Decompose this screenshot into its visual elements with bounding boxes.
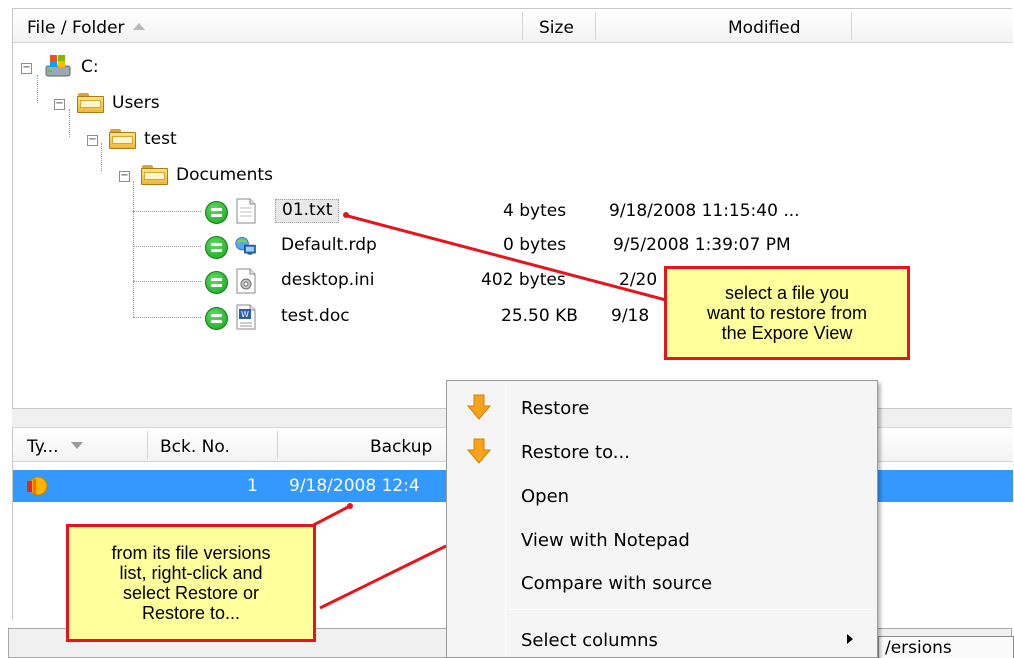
callout-text: from its file versions list, right-click… — [111, 543, 271, 623]
file-name: Default.rdp — [281, 235, 377, 255]
menu-item-label: Restore — [521, 398, 590, 419]
file-name: 01.txt — [275, 199, 340, 223]
file-size: 0 bytes — [503, 235, 567, 255]
tree-node-test[interactable]: − test — [13, 125, 313, 155]
column-header-modified[interactable]: Modified — [596, 9, 852, 43]
file-modified: 9/5/2008 1:39:07 PM — [613, 235, 791, 255]
callout-select-file: select a file you want to restore from t… — [664, 266, 910, 360]
menu-item-label: Select columns — [521, 630, 658, 651]
menu-item-restore-to[interactable]: Restore to... — [449, 431, 875, 471]
menu-item-label: View with Notepad — [521, 530, 690, 551]
backed-up-status-icon — [205, 236, 228, 259]
file-row-default-rdp[interactable]: Default.rdp 0 bytes 9/5/2008 1:39:07 PM — [13, 232, 853, 262]
backup-type-icon — [27, 476, 47, 496]
collapse-icon[interactable]: − — [87, 135, 98, 146]
tree-node-label: C: — [81, 57, 99, 77]
file-modified: 9/18 — [611, 306, 650, 326]
column-header-label: Backup — [370, 437, 433, 457]
file-modified: 2/20 — [619, 270, 658, 290]
tab-versions[interactable]: /ersions — [878, 636, 1014, 658]
tree-node-documents[interactable]: − Documents — [13, 161, 353, 191]
column-header-label: Ty... — [27, 437, 59, 457]
menu-item-compare-with-source[interactable]: Compare with source — [449, 562, 875, 602]
menu-item-label: Restore to... — [521, 442, 630, 463]
backup-number: 1 — [247, 476, 258, 496]
column-header-empty — [852, 9, 1013, 43]
svg-text:W: W — [241, 310, 249, 319]
menu-item-label: Compare with source — [521, 573, 713, 594]
file-modified: 9/18/2008 11:15:40 ... — [609, 201, 800, 221]
column-header-file-folder[interactable]: File / Folder — [13, 9, 523, 43]
backup-date: 9/18/2008 12:4 — [289, 476, 420, 496]
file-size: 25.50 KB — [501, 306, 578, 326]
collapse-icon[interactable]: − — [21, 63, 32, 74]
tree-node-label: Users — [112, 93, 160, 113]
backed-up-status-icon — [205, 201, 228, 224]
dropdown-arrow-icon — [70, 442, 83, 449]
backed-up-status-icon — [205, 271, 228, 294]
tree-node-label: test — [144, 129, 177, 149]
backed-up-status-icon — [205, 307, 228, 330]
column-header-label: Size — [539, 18, 574, 38]
context-menu: Restore Restore to... Open View with Not… — [446, 380, 878, 658]
folder-icon — [141, 165, 168, 185]
column-header-label: File / Folder — [27, 18, 125, 38]
callout-text: select a file you want to restore from t… — [706, 283, 868, 343]
file-size: 4 bytes — [503, 201, 567, 221]
file-name: desktop.ini — [281, 270, 375, 290]
menu-separator — [509, 609, 873, 610]
restore-arrow-icon — [467, 394, 491, 420]
sort-ascending-icon — [132, 23, 145, 30]
text-file-icon — [236, 198, 256, 224]
menu-item-label: Open — [521, 486, 570, 507]
file-size: 402 bytes — [481, 270, 566, 290]
collapse-icon[interactable]: − — [54, 99, 65, 110]
column-header-label: Modified — [728, 18, 801, 38]
menu-item-select-columns[interactable]: Select columns — [449, 619, 875, 658]
folder-icon — [77, 93, 104, 113]
word-document-icon: W — [236, 304, 256, 330]
menu-item-open[interactable]: Open — [449, 475, 875, 515]
column-header-type[interactable]: Ty... — [13, 428, 148, 462]
file-row-01-txt[interactable]: 01.txt 4 bytes 9/18/2008 11:15:40 ... — [13, 197, 853, 227]
drive-icon — [45, 55, 71, 77]
tree-node-label: Documents — [176, 165, 273, 185]
tree-node-users[interactable]: − Users — [13, 89, 313, 119]
folder-icon — [109, 129, 136, 149]
column-header-size[interactable]: Size — [523, 9, 596, 43]
collapse-icon[interactable]: − — [119, 171, 130, 182]
column-header-backup-number[interactable]: Bck. No. — [148, 428, 278, 462]
submenu-arrow-icon — [847, 634, 853, 644]
menu-item-restore[interactable]: Restore — [449, 387, 875, 427]
menu-item-view-with-notepad[interactable]: View with Notepad — [449, 519, 875, 559]
remote-desktop-icon — [235, 236, 256, 255]
column-header-label: Bck. No. — [160, 437, 230, 457]
restore-arrow-icon — [467, 438, 491, 464]
file-name: test.doc — [281, 306, 350, 326]
tree-node-drive[interactable]: − C: — [13, 53, 313, 83]
callout-right-click-restore: from its file versions list, right-click… — [66, 524, 316, 642]
settings-file-icon — [236, 268, 256, 294]
